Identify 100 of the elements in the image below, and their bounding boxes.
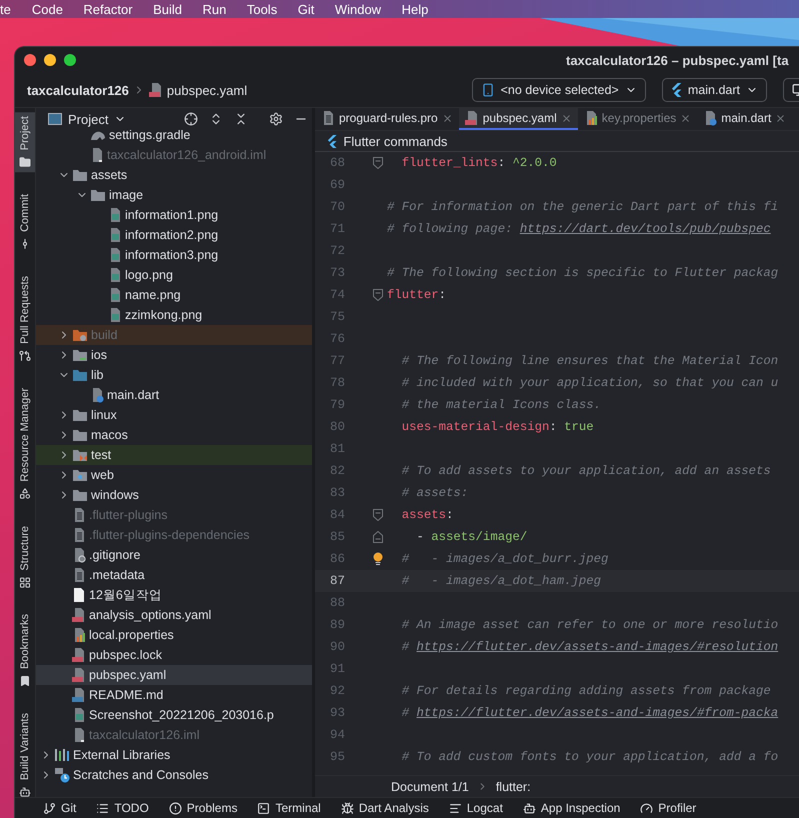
code-line: flutter: <box>387 288 446 302</box>
folder-icon <box>72 368 88 382</box>
tree-item[interactable]: linux <box>36 405 312 425</box>
breadcrumb[interactable]: Document 1/1 <box>391 780 469 794</box>
yaml-file-icon <box>72 607 86 623</box>
tool-window-tab[interactable]: Structure <box>15 522 35 592</box>
tree-item[interactable]: main.dart <box>36 385 312 405</box>
line-number: 77 <box>328 354 345 368</box>
tree-item[interactable]: pubspec.yaml <box>36 665 312 685</box>
tool-window-tab[interactable]: Resource Manager <box>15 384 35 504</box>
menu-item[interactable]: Help <box>402 2 441 16</box>
minimize-button[interactable] <box>44 54 56 66</box>
tool-window-button[interactable]: App Inspection <box>522 801 620 815</box>
tool-window-button[interactable]: Git <box>43 801 76 815</box>
close-button[interactable] <box>24 54 36 66</box>
tool-window-tab[interactable]: Build Variants <box>15 709 35 802</box>
tree-item[interactable]: name.png <box>36 285 312 305</box>
breadcrumb[interactable]: flutter: <box>496 780 531 794</box>
tree-item[interactable]: image <box>36 185 312 205</box>
tree-item[interactable]: ios <box>36 345 312 365</box>
fold-marker-icon[interactable] <box>373 157 383 169</box>
code-line: # - images/a_dot_ham.jpeg <box>400 574 602 588</box>
tree-item[interactable]: local.properties <box>36 625 312 645</box>
locate-icon[interactable] <box>184 112 198 126</box>
close-icon[interactable] <box>775 112 786 124</box>
code-line: # - images/a_dot_burr.jpeg <box>400 552 608 566</box>
device-selector[interactable]: <no device selected> <box>472 78 646 102</box>
close-icon[interactable] <box>680 112 692 124</box>
tool-window-tab[interactable]: Bookmarks <box>15 610 35 692</box>
list-icon <box>96 802 110 814</box>
tree-item[interactable]: zzimkong.png <box>36 305 312 325</box>
tree-item[interactable]: test <box>36 445 312 465</box>
line-number: 72 <box>328 244 345 258</box>
tree-item[interactable]: External Libraries <box>36 745 312 765</box>
code-line: - assets/image/ <box>416 530 528 544</box>
tree-item[interactable]: information1.png <box>36 205 312 225</box>
tree-item[interactable]: web <box>36 465 312 485</box>
menu-item[interactable]: Build <box>153 2 194 16</box>
line-number: 79 <box>328 398 345 412</box>
tree-item[interactable]: Screenshot_20221206_203016.p <box>36 705 312 725</box>
tree-item[interactable]: 12월6일작업 <box>36 585 312 605</box>
tree-item[interactable]: .metadata <box>36 565 312 585</box>
tree-item[interactable]: settings.gradle <box>36 130 312 145</box>
zoom-button[interactable] <box>64 54 76 66</box>
branch-icon <box>43 802 56 814</box>
tool-window-tab[interactable]: Commit <box>15 190 35 254</box>
menu-item[interactable]: Refactor <box>83 2 146 16</box>
code-line: uses-material-design: true <box>400 420 594 434</box>
flutter-icon <box>327 134 338 148</box>
fold-marker-icon[interactable] <box>373 289 383 301</box>
tree-item[interactable]: logo.png <box>36 265 312 285</box>
code-line: # the material Icons class. <box>400 398 602 412</box>
menu-item[interactable]: te <box>0 2 24 16</box>
tree-item[interactable]: .gitignore <box>36 545 312 565</box>
close-icon[interactable] <box>442 112 453 124</box>
fold-marker-icon[interactable] <box>373 531 383 543</box>
editor-tab[interactable]: proguard-rules.pro <box>315 108 459 130</box>
yaml-file-icon <box>148 82 163 98</box>
folder-icon <box>72 348 88 362</box>
tree-item[interactable]: README.md <box>36 685 312 705</box>
tool-window-tab[interactable]: Project <box>15 112 35 172</box>
tool-window-button[interactable]: Terminal <box>257 801 321 815</box>
menu-item[interactable]: Tools <box>246 2 290 16</box>
tree-item[interactable]: information3.png <box>36 245 312 265</box>
close-icon[interactable] <box>560 112 572 124</box>
tool-window-button[interactable]: Profiler <box>640 801 696 815</box>
fold-marker-icon[interactable] <box>373 509 383 521</box>
tree-item[interactable]: assets <box>36 165 312 185</box>
file-crumb[interactable]: pubspec.yaml <box>166 82 248 98</box>
tool-window-button[interactable]: Logcat <box>448 801 503 815</box>
editor-tab[interactable]: main.dart <box>697 108 792 130</box>
menu-item[interactable]: Code <box>32 2 76 16</box>
menu-item[interactable]: Window <box>334 2 394 16</box>
tool-window-button[interactable]: TODO <box>96 801 149 815</box>
code-line: # https://flutter.dev/assets-and-images/#resolution <box>400 640 778 654</box>
tree-item[interactable]: lib <box>36 365 312 385</box>
settings-icon[interactable] <box>269 112 283 126</box>
tree-item[interactable]: pubspec.lock <box>36 645 312 665</box>
tree-item[interactable]: Scratches and Consoles <box>36 765 312 785</box>
pull-request-icon <box>19 350 31 362</box>
tool-window-button[interactable]: Problems <box>168 801 238 815</box>
line-number: 92 <box>328 684 345 698</box>
editor-tab[interactable]: key.properties <box>578 108 698 130</box>
run-config-selector[interactable]: main.dart <box>662 78 767 102</box>
editor-tab[interactable]: pubspec.yaml <box>458 108 578 130</box>
tool-window-tab[interactable]: Pull Requests <box>15 272 35 366</box>
lightbulb-icon[interactable] <box>373 552 383 566</box>
window-title: taxcalculator126 – pubspec.yaml [ta <box>566 52 789 68</box>
tool-window-button[interactable]: Dart Analysis <box>340 801 429 815</box>
menu-item[interactable]: Git <box>298 2 327 16</box>
view-selector[interactable]: Project <box>48 112 126 126</box>
project-crumb[interactable]: taxcalculator126 <box>27 82 129 98</box>
tree-item[interactable]: analysis_options.yaml <box>36 605 312 625</box>
module-file-icon <box>90 147 104 163</box>
tree-item[interactable]: information2.png <box>36 225 312 245</box>
tree-item[interactable]: macos <box>36 425 312 445</box>
menu-item[interactable]: Run <box>202 2 239 16</box>
image-file-icon <box>108 247 122 263</box>
markdown-file-icon <box>72 687 86 703</box>
tree-item[interactable]: windows <box>36 485 312 505</box>
